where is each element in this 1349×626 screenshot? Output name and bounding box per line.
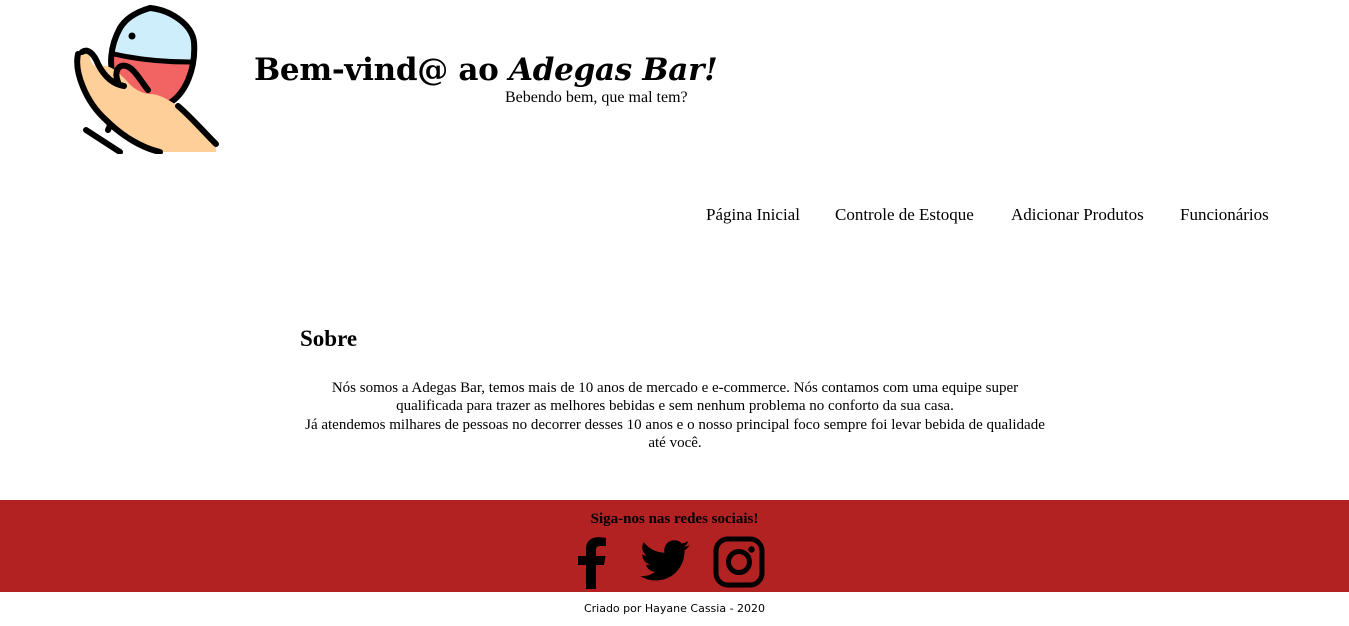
twitter-icon — [640, 540, 690, 581]
tagline: Bebendo bem, que mal tem? — [505, 89, 688, 106]
page-title-brand: Adegas Bar! — [509, 52, 718, 88]
page-title: Bem-vind@ ao Adegas Bar! — [254, 52, 718, 88]
facebook-link[interactable] — [572, 535, 612, 589]
about-paragraph: Nós somos a Adegas Bar, temos mais de 10… — [331, 380, 1019, 415]
facebook-icon — [578, 537, 606, 589]
logo — [70, 2, 220, 154]
nav-link-funcionarios[interactable]: Funcionários — [1180, 205, 1269, 225]
page-title-prefix: Bem-vind@ ao — [254, 52, 510, 88]
nav-link-pagina-inicial[interactable]: Página Inicial — [706, 205, 800, 225]
about-text: Nós somos a Adegas Bar, temos mais de 10… — [300, 379, 1050, 453]
instagram-link[interactable] — [713, 535, 765, 589]
credits: Criado por Hayane Cassia - 2020 — [583, 602, 766, 615]
nav-link-adicionar-produtos[interactable]: Adicionar Produtos — [1011, 205, 1144, 225]
about-paragraph: Já atendemos milhares de pessoas no deco… — [305, 416, 1045, 452]
twitter-link[interactable] — [638, 535, 692, 589]
nav-link-controle-de-estoque[interactable]: Controle de Estoque — [835, 205, 974, 225]
instagram-icon — [713, 536, 765, 588]
about-heading: Sobre — [300, 326, 358, 351]
main-nav: Página Inicial Controle de Estoque Adici… — [0, 205, 1349, 227]
wine-glass-in-hand-icon — [74, 5, 219, 154]
social-heading: Siga-nos nas redes sociais! — [590, 511, 759, 527]
